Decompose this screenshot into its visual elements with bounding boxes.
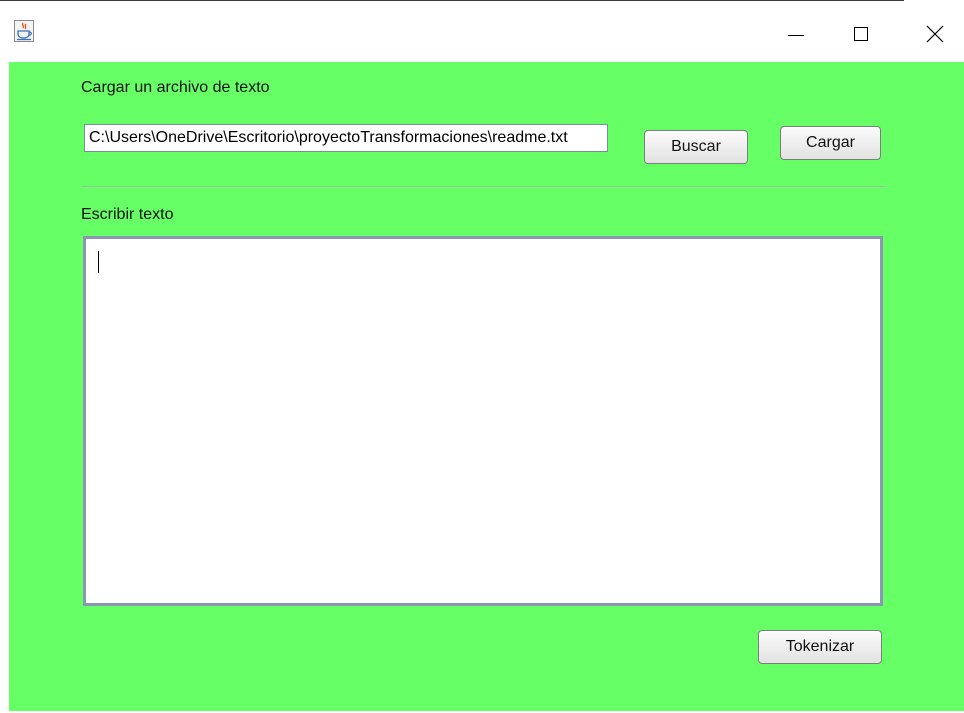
tokenize-button[interactable]: Tokenizar (758, 630, 882, 664)
main-panel: Cargar un archivo de texto C:\Users\OneD… (9, 62, 964, 711)
maximize-icon (854, 27, 868, 41)
maximize-button[interactable] (838, 1, 884, 63)
file-path-value: C:\Users\OneDrive\Escritorio\proyectoTra… (89, 129, 568, 146)
close-icon (926, 25, 944, 43)
load-file-label: Cargar un archivo de texto (81, 79, 270, 96)
load-button[interactable]: Cargar (780, 126, 881, 160)
search-button[interactable]: Buscar (644, 130, 748, 164)
minimize-icon (788, 35, 804, 36)
text-input-area[interactable] (83, 236, 883, 606)
write-text-label: Escribir texto (81, 206, 174, 223)
close-button[interactable] (912, 1, 958, 63)
title-bar[interactable] (0, 0, 964, 62)
java-coffee-cup-icon[interactable] (14, 20, 34, 42)
section-separator (82, 186, 885, 188)
text-caret (98, 251, 99, 273)
minimize-button[interactable] (774, 1, 820, 63)
file-path-input[interactable]: C:\Users\OneDrive\Escritorio\proyectoTra… (84, 124, 608, 152)
app-window: Cargar un archivo de texto C:\Users\OneD… (0, 0, 964, 713)
